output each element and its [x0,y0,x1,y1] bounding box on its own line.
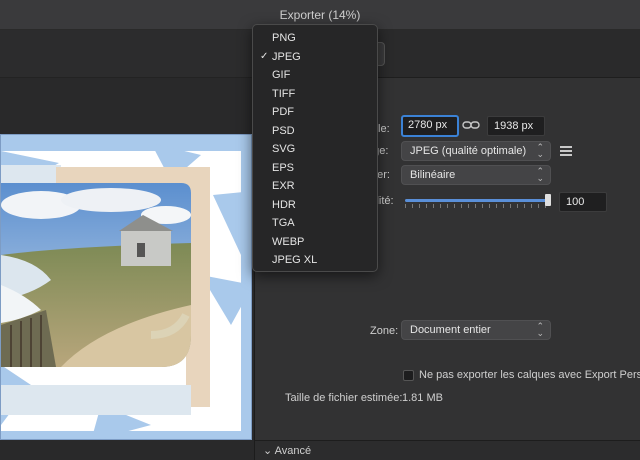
export-persona-label: Ne pas exporter les calques avec Export … [419,369,640,381]
height-input[interactable]: 1938 px [487,116,545,136]
quality-slider-track [405,199,551,202]
link-icon[interactable] [462,120,480,130]
chevron-updown-icon: ⌃ ⌄ [536,321,544,338]
resample-select[interactable]: Bilinéaire ⌃ ⌄ [401,165,551,185]
format-option-svg[interactable]: SVG [253,140,377,159]
quality-input[interactable]: 100 [559,192,607,212]
quality-slider-ticks [405,204,551,208]
advanced-section-toggle[interactable]: ⌄ Avancé [255,440,640,460]
format-option-gif[interactable]: GIF [253,66,377,85]
format-option-webp[interactable]: WEBP [253,233,377,252]
zone-label: Zone: [370,325,399,337]
format-option-eps[interactable]: EPS [253,159,377,178]
file-size-label: Taille de fichier estimée: [285,392,403,404]
format-option-pdf[interactable]: PDF [253,103,377,122]
zone-value: Document entier [410,324,491,336]
file-size-value: 1.81 MB [402,392,443,404]
format-option-jpeg[interactable]: ✓ JPEG [253,48,377,67]
resample-value: Bilinéaire [410,169,456,181]
format-option-jpeg-xl[interactable]: JPEG XL [253,251,377,270]
format-dropdown-menu: PNG ✓ JPEG GIF TIFF PDF PSD SVG EPS EXR H… [252,24,378,272]
quality-slider[interactable] [405,194,551,208]
export-preview-image [0,134,252,440]
format-option-psd[interactable]: PSD [253,122,377,141]
format-option-exr[interactable]: EXR [253,177,377,196]
width-input[interactable]: 2780 px [401,115,459,137]
checkmark-icon: ✓ [260,50,269,62]
chevron-updown-icon: ⌃ ⌄ [536,166,544,183]
format-option-hdr[interactable]: HDR [253,196,377,215]
advanced-label: ⌄ Avancé [263,445,312,457]
preset-select[interactable]: JPEG (qualité optimale) ⌃ ⌄ [401,141,551,161]
format-option-tiff[interactable]: TIFF [253,85,377,104]
preview-artwork [1,135,251,439]
quality-slider-thumb[interactable] [545,194,551,206]
preset-value: JPEG (qualité optimale) [410,145,527,157]
zone-select[interactable]: Document entier ⌃ ⌄ [401,320,551,340]
chevron-updown-icon: ⌃ ⌄ [536,142,544,159]
format-option-tga[interactable]: TGA [253,214,377,233]
format-option-png[interactable]: PNG [253,29,377,48]
export-persona-checkbox[interactable] [403,370,414,381]
left-toolbar [0,30,254,78]
hamburger-menu-icon[interactable] [560,146,572,156]
window-title: Exporter (14%) [279,7,361,22]
